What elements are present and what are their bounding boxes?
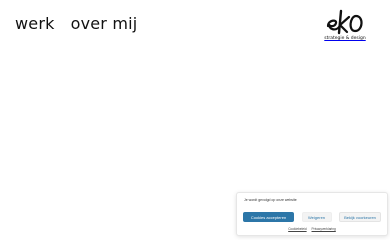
cookie-message: Je wordt gevolgd op onze website	[244, 198, 297, 202]
logo-tagline: strategie & design	[324, 36, 366, 41]
cookie-links: Cookiebeleid Privacyverklaring	[237, 227, 387, 231]
privacy-statement-link[interactable]: Privacyverklaring	[312, 227, 336, 231]
cookie-policy-link[interactable]: Cookiebeleid	[288, 227, 306, 231]
nav-link-werk[interactable]: werk	[15, 14, 55, 33]
accept-cookies-button[interactable]: Cookies accepteren	[243, 212, 294, 222]
view-preferences-button[interactable]: Bekijk voorkeuren	[339, 212, 381, 222]
site-logo[interactable]: strategie & design	[320, 7, 370, 41]
logo-mark	[326, 9, 363, 35]
cookie-consent-banner: Je wordt gevolgd op onze website Cookies…	[236, 192, 388, 236]
main-nav: werk over mij	[15, 14, 137, 33]
page: werk over mij strategie & design Je word…	[0, 0, 390, 240]
cookie-buttons: Cookies accepteren Weigeren Bekijk voork…	[243, 212, 381, 222]
deny-cookies-button[interactable]: Weigeren	[301, 212, 332, 222]
nav-link-over-mij[interactable]: over mij	[71, 14, 138, 33]
